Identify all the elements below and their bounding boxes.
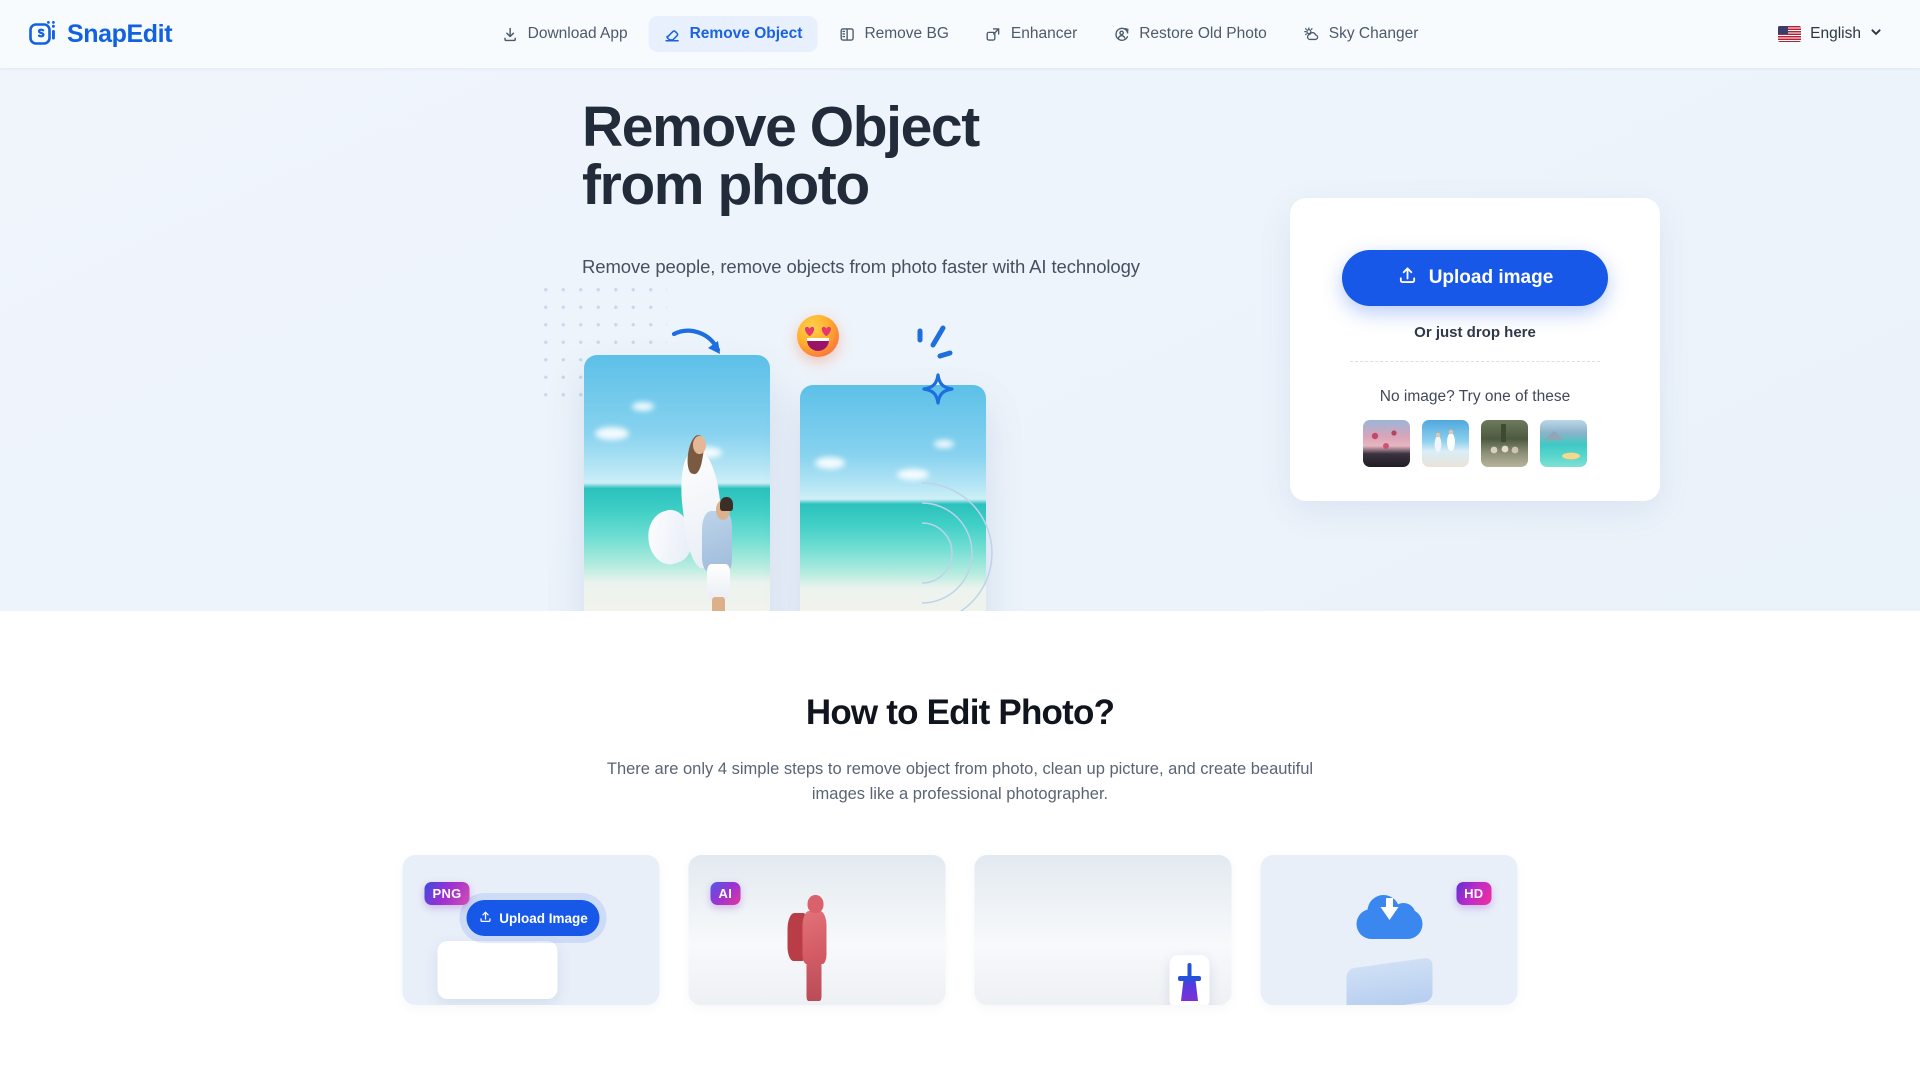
hero-illustration xyxy=(522,273,1162,611)
nav-item-enhancer[interactable]: Enhancer xyxy=(970,16,1092,52)
before-photo xyxy=(584,355,770,611)
mini-photo-plate xyxy=(437,941,558,999)
section-title: How to Edit Photo? xyxy=(805,693,1115,732)
decorative-arc-rings xyxy=(921,473,1062,611)
enhancer-icon xyxy=(985,26,1002,43)
language-selector[interactable]: English xyxy=(1778,25,1892,43)
nav-item-download-app[interactable]: Download App xyxy=(487,16,643,52)
hiker-subject xyxy=(786,891,842,1001)
remove-bg-icon xyxy=(838,26,855,43)
nav-item-remove-bg[interactable]: Remove BG xyxy=(823,16,963,52)
primary-nav: Download App Remove Object Remove BG Enh… xyxy=(487,16,1434,52)
us-flag-icon xyxy=(1778,26,1802,42)
couple-subject xyxy=(641,433,752,611)
hero-title-line-2-highlighted: from photo xyxy=(582,153,870,218)
upload-image-button[interactable]: Upload image xyxy=(1342,250,1608,306)
drop-hint-label: Or just drop here xyxy=(1414,324,1536,341)
sample-thumbnail[interactable] xyxy=(1481,420,1528,467)
nav-item-restore-old-photo[interactable]: Restore Old Photo xyxy=(1098,16,1282,52)
step-card-ai-select[interactable]: AI xyxy=(688,855,946,1005)
four-point-star-icon xyxy=(922,373,954,410)
sky-changer-icon xyxy=(1303,26,1320,43)
language-label: English xyxy=(1810,25,1861,42)
sample-images-label: No image? Try one of these xyxy=(1379,388,1571,405)
snapedit-logo-icon xyxy=(28,19,58,49)
nav-label: Download App xyxy=(527,25,628,42)
nav-item-remove-object[interactable]: Remove Object xyxy=(648,16,818,52)
heart-eyes-emoji-icon xyxy=(797,315,839,357)
png-badge: PNG xyxy=(424,882,470,905)
hero-section: Remove Object from photo Remove people, … xyxy=(0,68,1920,611)
nav-label: Restore Old Photo xyxy=(1139,25,1267,42)
hero-title-line-1: Remove Object xyxy=(582,95,980,159)
transform-arrow-icon xyxy=(671,328,730,371)
section-subtitle: There are only 4 simple steps to remove … xyxy=(606,760,1314,803)
step-card-cleanup[interactable] xyxy=(974,855,1232,1005)
top-navigation-bar: SnapEdit Download App Remove Object Remo… xyxy=(0,0,1920,68)
eraser-icon xyxy=(664,26,681,43)
upload-icon xyxy=(478,910,492,927)
panel-divider xyxy=(1350,361,1600,362)
hd-badge: HD xyxy=(1456,882,1492,905)
restore-photo-icon xyxy=(1113,26,1130,43)
cloud-download-icon xyxy=(1356,895,1422,939)
ai-badge: AI xyxy=(710,882,741,905)
sample-thumbnail[interactable] xyxy=(1363,420,1410,467)
sample-thumbnail[interactable] xyxy=(1422,420,1469,467)
nav-label: Sky Changer xyxy=(1328,25,1419,42)
sample-thumbnail[interactable] xyxy=(1540,420,1587,467)
download-plate xyxy=(1346,956,1432,1005)
upload-icon xyxy=(1397,265,1418,292)
nav-label: Enhancer xyxy=(1010,25,1078,42)
sparkle-lines-icon xyxy=(915,323,959,374)
upload-panel: Upload image Or just drop here No image?… xyxy=(1290,198,1660,501)
page-title: Remove Object from photo xyxy=(582,95,980,218)
broom-icon xyxy=(1169,955,1210,1005)
chevron-down-icon xyxy=(1870,25,1882,43)
step-card-list: PNG Upload Image AI HD xyxy=(402,855,1518,1005)
step-card-upload[interactable]: PNG Upload Image xyxy=(402,855,660,1005)
nav-label: Remove BG xyxy=(864,25,949,42)
mini-upload-label: Upload Image xyxy=(499,910,588,926)
brand-name: SnapEdit xyxy=(67,19,173,48)
brand-logo[interactable]: SnapEdit xyxy=(28,19,173,49)
nav-label: Remove Object xyxy=(689,25,803,42)
download-icon xyxy=(502,26,519,43)
upload-button-label: Upload image xyxy=(1428,267,1554,288)
mini-upload-button[interactable]: Upload Image xyxy=(466,900,600,936)
nav-item-sky-changer[interactable]: Sky Changer xyxy=(1288,16,1434,52)
step-card-download[interactable]: HD xyxy=(1260,855,1518,1005)
how-to-section: How to Edit Photo? There are only 4 simp… xyxy=(0,611,1920,1080)
sample-thumbnail-list xyxy=(1290,420,1660,467)
